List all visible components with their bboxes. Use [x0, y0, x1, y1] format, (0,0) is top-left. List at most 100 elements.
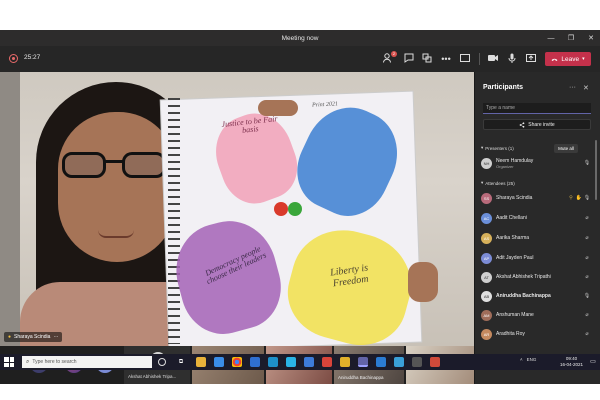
- share-invite-button[interactable]: Share invite: [483, 119, 591, 130]
- participant-search-input[interactable]: [483, 103, 591, 114]
- camera-icon[interactable]: [486, 52, 500, 66]
- participants-badge: 2: [391, 51, 397, 57]
- close-window-icon[interactable]: ✕: [586, 34, 596, 42]
- app-icon[interactable]: [412, 357, 422, 367]
- avatar: AR: [481, 328, 492, 340]
- red-paint-blob: [274, 202, 288, 216]
- participant-info: Aadit Chellani: [496, 215, 583, 221]
- recording-icon: [9, 54, 18, 63]
- clock-date: 16-04-2021: [560, 361, 584, 367]
- share-icon: [519, 121, 525, 128]
- speaker-mouth: [98, 230, 134, 238]
- speaker-glasses: [62, 152, 170, 180]
- store-icon[interactable]: [214, 357, 224, 367]
- microphone-icon: 🎙: [583, 293, 591, 299]
- participant-info: Aarika Sharma: [496, 235, 583, 241]
- participant-row[interactable]: AS Aarika Sharma ⌀: [481, 230, 591, 246]
- microphone-off-icon: ⌀: [585, 215, 589, 221]
- chevron-up-icon[interactable]: ˄: [520, 357, 523, 362]
- participant-info: Neem Hamdulay Organizer: [496, 158, 583, 169]
- maximize-icon[interactable]: ❐: [566, 34, 576, 42]
- participant-name: Aradhita Roy: [496, 331, 525, 337]
- language-indicator[interactable]: ENG: [527, 357, 537, 362]
- more-options-icon[interactable]: ···: [53, 334, 58, 340]
- chevron-down-icon[interactable]: ▾: [582, 56, 585, 62]
- microphone-off-icon: ⌀: [585, 312, 589, 318]
- skype-icon[interactable]: [286, 357, 296, 367]
- microphone-icon[interactable]: [505, 52, 519, 66]
- chevron-down-icon: ▾: [481, 145, 484, 150]
- more-options-icon[interactable]: ···: [569, 84, 576, 91]
- search-icon: ⌕: [26, 358, 30, 365]
- windows-start-icon[interactable]: [4, 357, 14, 367]
- speaker-name: Sharaya Scindia: [14, 334, 51, 340]
- participant-row[interactable]: AM Anshuman Mane ⌀: [481, 307, 591, 323]
- app-icon[interactable]: [304, 357, 314, 367]
- edge-icon[interactable]: [268, 357, 278, 367]
- mail-icon[interactable]: [250, 357, 260, 367]
- avatar: AP: [481, 252, 492, 264]
- cortana-icon[interactable]: [158, 358, 166, 366]
- app-icon[interactable]: [430, 357, 440, 367]
- presenters-section-header[interactable]: ▾ Presenters (1): [481, 145, 514, 151]
- attendees-label: Attendees (25): [485, 180, 515, 186]
- taskbar-clock[interactable]: 09:40 16-04-2021: [560, 356, 583, 367]
- mute-all-button[interactable]: Mute all: [554, 144, 578, 153]
- participant-row[interactable]: AT Akshat Abhishek Tripathi ⌀: [481, 269, 591, 285]
- teams-icon[interactable]: [358, 357, 368, 367]
- chat-icon[interactable]: [402, 52, 416, 66]
- minimize-icon[interactable]: —: [546, 35, 556, 42]
- leave-button[interactable]: Leave ▾: [545, 52, 591, 66]
- meeting-timer: 25:27: [24, 54, 41, 61]
- file-explorer-icon[interactable]: [196, 357, 206, 367]
- raised-hand-icon: ✋: [575, 195, 583, 201]
- taskbar-search-text: Type here to search: [32, 359, 77, 365]
- pin-icon[interactable]: ⚲: [567, 195, 575, 201]
- avatar: AS: [481, 232, 492, 244]
- chrome-icon[interactable]: [232, 357, 242, 367]
- tile-name: Aniruddha Bachinappa: [338, 375, 384, 380]
- participant-row[interactable]: SS Sharaya Scindia ⚲ ✋ 🎙: [481, 190, 591, 206]
- presenters-label: Presenters (1): [485, 145, 514, 151]
- participant-info: Akshat Abhishek Tripathi: [496, 274, 583, 280]
- word-icon[interactable]: [376, 357, 386, 367]
- task-view-icon[interactable]: ⧉: [176, 357, 186, 367]
- app-icon[interactable]: [340, 357, 350, 367]
- more-actions-icon[interactable]: •••: [439, 52, 453, 66]
- notifications-icon[interactable]: ▭: [588, 357, 598, 367]
- avatar: NH: [481, 157, 492, 169]
- green-paint-blob: [288, 202, 302, 216]
- reactions-icon[interactable]: [420, 52, 434, 66]
- panel-title: Participants: [483, 84, 524, 91]
- phone-icon: [551, 58, 558, 61]
- notebook-spiral: [168, 98, 180, 344]
- microphone-icon: ●: [8, 334, 12, 340]
- avatar: AC: [481, 212, 492, 224]
- microphone-off-icon: ⌀: [585, 255, 589, 261]
- participant-info: Aniruddha Bachinappa: [496, 293, 583, 299]
- panel-scrollbar[interactable]: [595, 140, 597, 200]
- participant-row[interactable]: AR Aradhita Roy ⌀: [481, 326, 591, 342]
- participant-row[interactable]: AP Adit Jayden Paul ⌀: [481, 250, 591, 266]
- share-invite-label: Share invite: [528, 121, 555, 128]
- participant-role: Organizer: [496, 163, 514, 169]
- window-controls: — ❐ ✕: [546, 30, 596, 46]
- participant-row[interactable]: AC Aadit Chellani ⌀: [481, 210, 591, 226]
- participant-name: Aarika Sharma: [496, 235, 530, 241]
- participant-name: Aniruddha Bachinappa: [496, 293, 551, 299]
- participant-row-organizer[interactable]: NH Neem Hamdulay Organizer 🎙: [481, 155, 591, 171]
- avatar: AB: [481, 290, 492, 302]
- participant-name: Sharaya Scindia: [496, 195, 533, 201]
- taskbar-search[interactable]: ⌕ Type here to search: [22, 356, 152, 368]
- app-icon[interactable]: [394, 357, 404, 367]
- background-wall: [0, 72, 20, 346]
- share-screen-icon[interactable]: [524, 52, 538, 66]
- close-icon[interactable]: ✕: [583, 84, 589, 92]
- windows-taskbar: ⌕ Type here to search ⧉ ˄ ENG 09:40 16-0…: [0, 354, 600, 370]
- participant-row[interactable]: AB Aniruddha Bachinappa 🎙: [481, 288, 591, 304]
- main-video: Print 2021 Justice to be Fair basis Demo…: [0, 72, 474, 346]
- window-title: Meeting now: [281, 34, 319, 42]
- breakout-rooms-icon[interactable]: [458, 52, 472, 66]
- app-icon[interactable]: [322, 357, 332, 367]
- attendees-section-header[interactable]: ▾ Attendees (25): [481, 180, 515, 186]
